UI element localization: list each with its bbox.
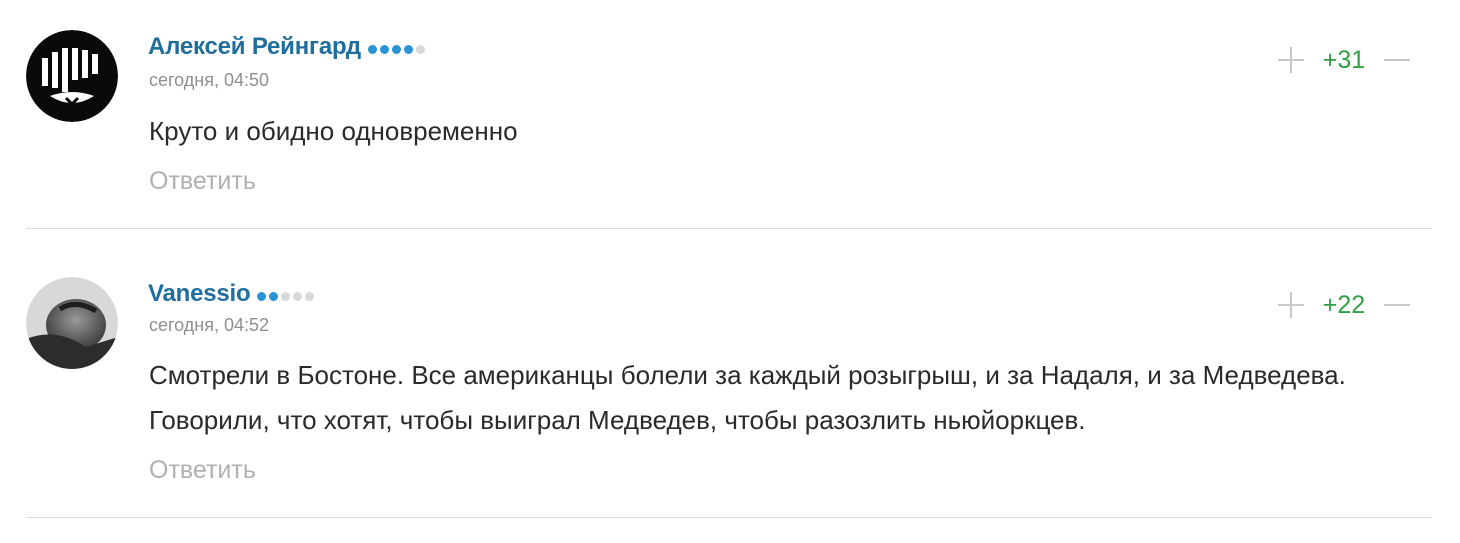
upvote-plus-icon[interactable] — [1276, 290, 1306, 320]
rating-dot — [281, 291, 291, 301]
avatar-logo-icon — [26, 30, 118, 122]
rating-dots — [257, 288, 315, 301]
comment-text: Смотрели в Бостоне. Все американцы болел… — [149, 360, 1346, 435]
rating-dot — [305, 291, 315, 301]
vote-score: +22 — [1322, 290, 1366, 319]
divider — [26, 517, 1432, 518]
comment-time: сегодня, 04:52 — [149, 315, 270, 335]
comment-time: сегодня, 04:50 — [149, 70, 270, 90]
rating-dot — [379, 44, 389, 54]
vote-score: +31 — [1322, 45, 1366, 74]
upvote-plus-icon[interactable] — [1276, 45, 1306, 75]
rating-dot — [367, 44, 377, 54]
avatar[interactable] — [26, 277, 118, 369]
comment: Vanessio сегодня, 04:52 Смотрели в Босто… — [0, 229, 1460, 518]
comment: Алексей Рейнгард сегодня, 04:50 Круто и … — [0, 0, 1460, 229]
author-name[interactable]: Vanessio — [148, 280, 251, 308]
avatar[interactable] — [26, 30, 118, 122]
author-name[interactable]: Алексей Рейнгард — [148, 33, 361, 61]
author-line: Vanessio — [148, 280, 315, 308]
rating-dot — [391, 44, 401, 54]
reply-button[interactable]: Ответить — [149, 456, 256, 485]
author-line: Алексей Рейнгард — [148, 33, 425, 61]
reply-button[interactable]: Ответить — [149, 167, 256, 196]
rating-dot — [415, 44, 425, 54]
rating-dot — [293, 291, 303, 301]
rating-dot — [257, 291, 267, 301]
rating-dot — [403, 44, 413, 54]
avatar-photo-icon — [26, 277, 118, 369]
rating-dot — [269, 291, 279, 301]
downvote-minus-icon[interactable] — [1382, 290, 1412, 320]
comment-text: Круто и обидно одновременно — [149, 116, 518, 146]
rating-dots — [367, 41, 425, 54]
vote-control: +31 — [1276, 45, 1412, 75]
vote-control: +22 — [1276, 290, 1412, 320]
downvote-minus-icon[interactable] — [1382, 45, 1412, 75]
